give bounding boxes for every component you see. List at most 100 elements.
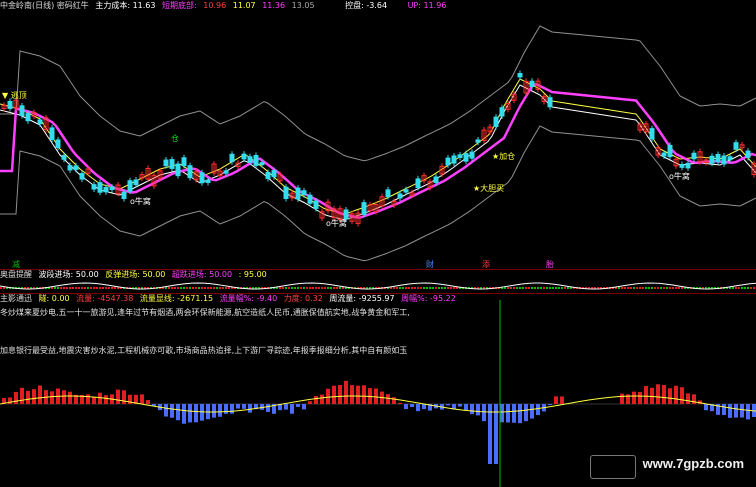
indicator-dot	[321, 287, 323, 289]
candle-down	[415, 178, 421, 188]
candle-down	[55, 139, 61, 148]
candle-down	[343, 209, 349, 220]
indicator-dot	[333, 287, 335, 289]
indicator-dot	[195, 287, 197, 289]
value-4: 13.05	[291, 1, 315, 10]
flow-bar-up	[338, 384, 342, 404]
candle-down	[403, 189, 409, 193]
indicator-dot	[204, 287, 206, 289]
indicator-dot	[306, 287, 308, 289]
ind1-a: 波段进场: 50.00	[38, 270, 99, 279]
flow-bar-up	[356, 385, 360, 404]
flow-bar-down	[236, 404, 240, 409]
flow-bar-down	[194, 404, 198, 423]
candle-down	[67, 165, 73, 171]
candle-down	[91, 184, 97, 190]
flow-bar-up	[674, 385, 678, 404]
indicator-dot	[738, 287, 740, 289]
indicator-dot	[450, 287, 452, 289]
indicator-dot	[339, 287, 341, 289]
indicator-dot	[3, 287, 5, 289]
flow-bar-up	[668, 388, 672, 404]
indicator-dot	[342, 287, 344, 289]
label-niu-1: o牛窝	[130, 196, 151, 206]
flow-bar-down	[248, 404, 252, 413]
indicator-dot	[639, 287, 641, 289]
indicator-dot	[186, 287, 188, 289]
indicator-dot	[630, 287, 632, 289]
flow-bar-down	[494, 404, 498, 464]
ma-magenta-line	[0, 82, 756, 219]
indicator-dot	[180, 287, 182, 289]
indicator-dot	[69, 287, 71, 289]
candle-down	[49, 127, 55, 140]
flow-bar-down	[242, 404, 246, 409]
indicator-dot	[300, 287, 302, 289]
flow-bar-down	[296, 404, 300, 407]
candle-down	[259, 162, 265, 166]
price-kline-panel[interactable]: ▼ 逃顶 o牛窝 o牛窝 ★加仓 ★大胆买 o牛窝 仓	[0, 11, 756, 267]
flow-bar-down	[410, 404, 414, 408]
candle-down	[649, 128, 655, 140]
flow-bar-down	[176, 404, 180, 421]
flow-bar-up	[32, 389, 36, 404]
flow-bar-down	[218, 404, 222, 417]
flow-bar-up	[104, 395, 108, 404]
indicator-dot	[93, 287, 95, 289]
indicator1-panel[interactable]	[0, 279, 756, 293]
flow-bar-up	[374, 388, 378, 404]
flow-bar-up	[146, 400, 150, 404]
indicator-dot	[618, 287, 620, 289]
flow-bar-down	[722, 404, 726, 415]
candle-down	[457, 154, 463, 158]
candle-down	[19, 105, 25, 117]
indicator-dot	[81, 287, 83, 289]
indicator-dot	[228, 287, 230, 289]
indicator-dot	[540, 287, 542, 289]
indicator-dot	[219, 287, 221, 289]
indicator-dot	[660, 287, 662, 289]
indicator-dot	[516, 287, 518, 289]
candle-down	[709, 155, 715, 164]
flow-bar-up	[320, 394, 324, 404]
candle-down	[271, 170, 277, 178]
indicator-dot	[174, 287, 176, 289]
flow-bar-down	[548, 404, 552, 405]
indicator-dot	[558, 287, 560, 289]
candle-down	[181, 157, 187, 167]
indicator-dot	[657, 287, 659, 289]
indicator-dot	[642, 287, 644, 289]
candle-down	[469, 151, 475, 159]
candle-down	[547, 97, 553, 108]
flow-bar-up	[140, 394, 144, 404]
indicator-dot	[525, 287, 527, 289]
indicator-dot	[528, 287, 530, 289]
flow-bar-down	[416, 404, 420, 412]
indicator-dot	[666, 287, 668, 289]
flow-bar-up	[92, 397, 96, 404]
flow-bar-up	[20, 387, 24, 404]
candle-down	[199, 172, 205, 184]
indicator-dot	[282, 287, 284, 289]
candle-down	[283, 186, 289, 199]
flow-bar-down	[224, 404, 228, 414]
flow-bar-up	[38, 385, 42, 404]
indicator-dot	[114, 287, 116, 289]
indicator-dot	[663, 287, 665, 289]
flow-bar-up	[554, 396, 558, 404]
flow-bar-up	[344, 380, 348, 404]
indicator-dot	[423, 287, 425, 289]
indicator-dot	[747, 287, 749, 289]
watermark-logo	[590, 455, 636, 479]
flow-bar-up	[68, 391, 72, 404]
indicator-dot	[75, 287, 77, 289]
watermark-text: www.7gpzb.com	[642, 456, 744, 471]
flow-bar-down	[500, 404, 504, 423]
indicator-dot	[750, 287, 752, 289]
indicator-dot	[324, 287, 326, 289]
candle-down	[679, 163, 685, 168]
indicator-dot	[672, 287, 674, 289]
indicator-dot	[453, 287, 455, 289]
indicator-dot	[534, 287, 536, 289]
top-info-bar: 中金岭南(日线) 密码红牛 主力成本: 11.63 短期底部: 10.96 11…	[0, 0, 450, 11]
